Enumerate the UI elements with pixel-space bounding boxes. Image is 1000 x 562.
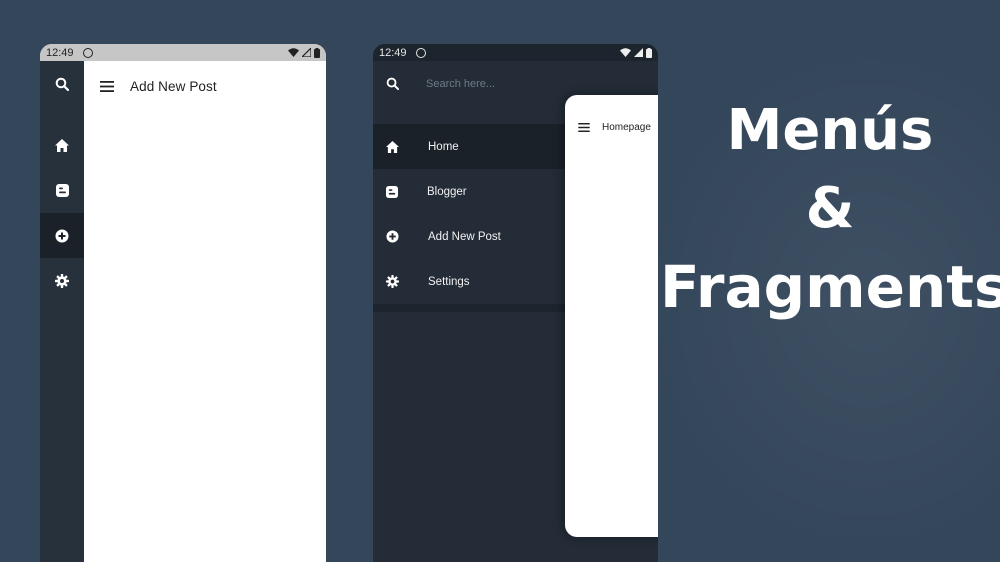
settings-icon <box>55 273 69 288</box>
rail-item-home[interactable] <box>40 123 84 168</box>
system-icons <box>288 47 320 58</box>
drawer-item-label: Home <box>428 140 459 153</box>
heading-line-2: & <box>805 176 855 241</box>
sync-icon <box>415 47 426 58</box>
heading-line-3: Fragments <box>660 253 1000 321</box>
menu-icon[interactable] <box>100 80 114 92</box>
settings-icon <box>386 275 399 288</box>
battery-icon <box>314 47 320 58</box>
navigation-rail <box>40 61 84 562</box>
phone-collapsed-rail: 12:49 Add New Post <box>40 44 326 562</box>
home-icon <box>55 139 69 152</box>
menu-icon[interactable] <box>578 122 590 132</box>
status-bar: 12:49 <box>373 44 658 61</box>
content-preview-card[interactable]: Homepage <box>565 95 658 537</box>
rail-item-blogger[interactable] <box>40 168 84 213</box>
drawer-item-label: Add New Post <box>428 230 501 243</box>
phone-open-drawer: 12:49 Search here... Home Blogger Add Ne… <box>373 44 658 562</box>
search-placeholder[interactable]: Search here... <box>426 78 495 90</box>
add-circle-icon <box>55 229 69 242</box>
sync-icon <box>82 47 93 58</box>
content-toolbar: Homepage <box>565 95 658 159</box>
battery-icon <box>646 47 652 58</box>
drawer-item-label: Settings <box>428 275 470 288</box>
status-time: 12:49 <box>379 46 407 59</box>
search-icon <box>55 77 69 91</box>
wifi-icon <box>620 48 631 57</box>
add-circle-icon <box>386 230 399 243</box>
drawer-item-label: Blogger <box>427 185 467 198</box>
banner-heading: Menús & Fragments <box>660 92 1000 326</box>
system-icons <box>620 47 652 58</box>
toolbar-title: Add New Post <box>130 78 217 94</box>
status-bar: 12:49 <box>40 44 326 61</box>
status-time: 12:49 <box>46 46 74 59</box>
app-toolbar: Add New Post <box>84 61 326 111</box>
rail-search[interactable] <box>40 61 84 106</box>
search-icon <box>386 77 399 90</box>
rail-item-add-new-post[interactable] <box>40 213 84 258</box>
heading-line-1: Menús <box>726 98 934 163</box>
blogger-icon <box>386 185 398 198</box>
blogger-icon <box>55 184 69 197</box>
content-title: Homepage <box>602 121 651 133</box>
signal-icon <box>302 48 311 57</box>
rail-item-settings[interactable] <box>40 258 84 303</box>
home-icon <box>386 140 399 153</box>
wifi-icon <box>288 48 299 57</box>
signal-icon <box>634 48 643 57</box>
